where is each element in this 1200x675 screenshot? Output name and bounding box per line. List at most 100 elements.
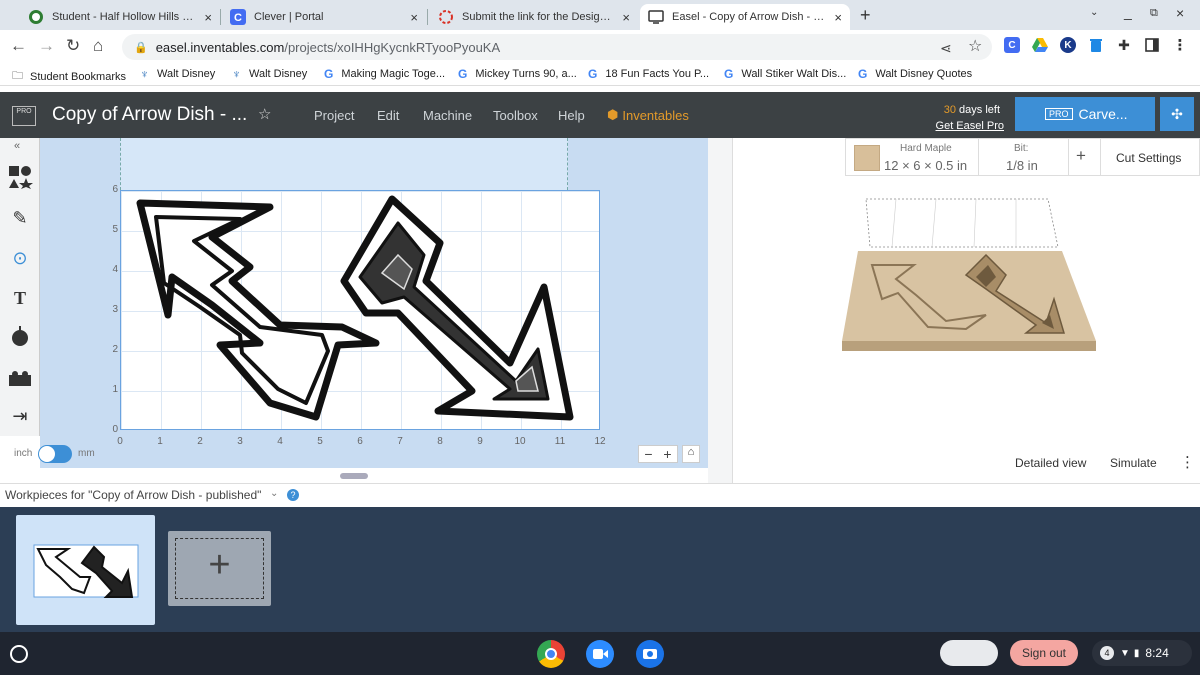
battery-icon: ▮ — [1133, 647, 1140, 659]
easel-icon — [648, 9, 664, 25]
inventables-link[interactable]: ⬢ Inventables — [607, 107, 689, 123]
chrome-app-icon[interactable] — [537, 640, 565, 668]
forward-icon[interactable]: → — [38, 36, 55, 56]
bookmark-wall-stiker[interactable]: G Wall Stiker Walt Dis... — [724, 67, 846, 81]
bookmark-mickey-turns-90[interactable]: G Mickey Turns 90, a... — [458, 67, 577, 81]
workpiece-thumbnail[interactable] — [16, 515, 155, 625]
tab-divider — [427, 9, 428, 25]
pen-tool-icon[interactable]: ✎ — [6, 204, 34, 232]
carve-button[interactable]: PRO Carve... — [1015, 97, 1155, 131]
tab-student-portal[interactable]: Student - Half Hollow Hills Scho × — [20, 4, 220, 30]
bookmark-walt-disney-quotes[interactable]: G Walt Disney Quotes — [858, 67, 972, 81]
k-extension-icon[interactable]: K — [1060, 37, 1076, 53]
unit-toggle[interactable] — [38, 445, 72, 463]
status-tray[interactable]: 4 ▼ ▮ 8:24 — [1092, 640, 1192, 666]
bit-value[interactable]: 1/8 in — [1006, 158, 1038, 173]
tab-easel[interactable]: Easel - Copy of Arrow Dish - publ × — [640, 4, 850, 30]
menu-help[interactable]: Help — [558, 108, 585, 123]
workpieces-strip: + — [0, 507, 1200, 632]
side-panel-icon[interactable] — [1144, 37, 1160, 53]
home-icon[interactable]: ⌂ — [93, 36, 103, 56]
add-bit-button[interactable]: + — [1076, 146, 1086, 166]
help-icon[interactable]: ? — [287, 489, 299, 501]
bookmark-fun-facts[interactable]: G 18 Fun Facts You P... — [588, 67, 709, 81]
detailed-view-button[interactable]: Detailed view — [1015, 456, 1086, 470]
zoom-app-icon[interactable] — [586, 640, 614, 668]
clever-extension-icon[interactable]: C — [1004, 37, 1020, 53]
bookmark-walt-disney-1[interactable]: ♆ Walt Disney — [140, 67, 215, 81]
add-workpiece-button[interactable]: + — [168, 531, 271, 606]
material-settings-bar: Hard Maple 12 × 6 × 0.5 in Bit: 1/8 in +… — [845, 138, 1200, 176]
chevron-down-icon[interactable]: ⌄ — [270, 488, 278, 499]
browser-menu-icon[interactable]: ⋮ — [1172, 37, 1188, 54]
camera-app-icon[interactable] — [636, 640, 664, 668]
google-drive-icon[interactable] — [1032, 37, 1048, 53]
reload-icon[interactable]: ↻ — [66, 36, 80, 56]
address-bar[interactable]: 🔒 easel.inventables.com/projects/xoIHHgK… — [122, 34, 992, 60]
trash-extension-icon[interactable] — [1088, 37, 1104, 53]
menu-edit[interactable]: Edit — [377, 108, 399, 123]
project-title[interactable]: Copy of Arrow Dish - ... — [52, 104, 247, 126]
fullscreen-expand-icon[interactable]: ✣ — [1160, 97, 1194, 131]
minimize-icon[interactable]: _ — [1124, 4, 1132, 20]
bookmark-star-icon[interactable]: ☆ — [968, 37, 982, 57]
menu-machine[interactable]: Machine — [423, 108, 472, 123]
menu-project[interactable]: Project — [314, 108, 354, 123]
apps-tool-icon[interactable] — [6, 364, 34, 392]
simulate-button[interactable]: Simulate — [1110, 456, 1157, 470]
design-shapes[interactable] — [120, 185, 590, 430]
menu-toolbox[interactable]: Toolbox — [493, 108, 538, 123]
clever-icon: C — [230, 9, 246, 25]
svg-text:C: C — [234, 12, 242, 24]
shapes-tool-icon[interactable] — [6, 162, 34, 190]
material-name[interactable]: Hard Maple — [900, 143, 952, 154]
close-tab-icon[interactable]: × — [622, 10, 630, 25]
new-tab-button[interactable]: + — [860, 5, 871, 26]
point-tool-icon[interactable]: ⊙ — [6, 244, 34, 272]
preview-menu-icon[interactable]: ⋮ — [1180, 453, 1195, 471]
close-tab-icon[interactable]: × — [204, 10, 212, 25]
extensions-puzzle-icon[interactable]: ✚ — [1116, 37, 1132, 53]
x-tick: 6 — [357, 436, 363, 447]
material-size[interactable]: 12 × 6 × 0.5 in — [884, 158, 967, 173]
y-tick: 4 — [112, 264, 118, 275]
clock-time: 8:24 — [1145, 646, 1169, 660]
collapse-toolbar-icon[interactable]: « — [14, 140, 20, 152]
workpieces-header: Workpieces for "Copy of Arrow Dish - pub… — [0, 483, 1200, 507]
text-tool-icon[interactable]: T — [6, 284, 34, 312]
icons-tool-icon[interactable] — [6, 322, 34, 350]
tab-search-icon[interactable]: ⌄ — [1090, 7, 1098, 18]
tab-clever[interactable]: C Clever | Portal × — [222, 4, 426, 30]
zoom-out-button[interactable]: − — [644, 446, 652, 462]
y-tick: 2 — [112, 344, 118, 355]
y-tick: 0 — [112, 424, 118, 435]
share-icon[interactable]: ⋖ — [940, 38, 952, 58]
x-tick: 9 — [477, 436, 483, 447]
walt-disney-icon: ♆ — [140, 67, 149, 81]
zoom-in-button[interactable]: + — [663, 446, 671, 462]
bookmark-walt-disney-2[interactable]: ♆ Walt Disney — [232, 67, 307, 81]
tote-holding-space[interactable] — [940, 640, 998, 666]
back-icon[interactable]: ← — [10, 36, 27, 56]
home-view-icon[interactable]: ⌂ — [682, 445, 700, 463]
close-window-icon[interactable]: × — [1176, 5, 1184, 21]
restore-icon[interactable]: ⧉ — [1150, 7, 1158, 20]
launcher-icon[interactable] — [10, 645, 28, 663]
school-icon — [28, 9, 44, 25]
bookmark-making-magic[interactable]: G Making Magic Toge... — [324, 67, 445, 81]
close-tab-icon[interactable]: × — [834, 10, 842, 25]
horizontal-scrollbar[interactable] — [340, 473, 368, 479]
zigzag-arrow-outline — [136, 199, 380, 421]
close-tab-icon[interactable]: × — [410, 10, 418, 25]
cut-settings-button[interactable]: Cut Settings — [1116, 151, 1181, 165]
tab-divider — [220, 9, 221, 25]
favorite-star-icon[interactable]: ☆ — [258, 105, 271, 123]
google-icon: G — [858, 67, 868, 81]
tab-submit-link[interactable]: Submit the link for the Design Yo × — [430, 4, 638, 30]
sign-out-button[interactable]: Sign out — [1010, 640, 1078, 666]
get-easel-pro-link[interactable]: Get Easel Pro — [920, 120, 1004, 132]
material-swatch[interactable] — [854, 145, 880, 171]
import-tool-icon[interactable]: ⇥ — [6, 402, 34, 430]
browser-toolbar: ← → ↻ ⌂ 🔒 easel.inventables.com/projects… — [0, 30, 1200, 62]
bookmark-student-bookmarks[interactable]: 🗀 Student Bookmarks — [12, 67, 126, 86]
